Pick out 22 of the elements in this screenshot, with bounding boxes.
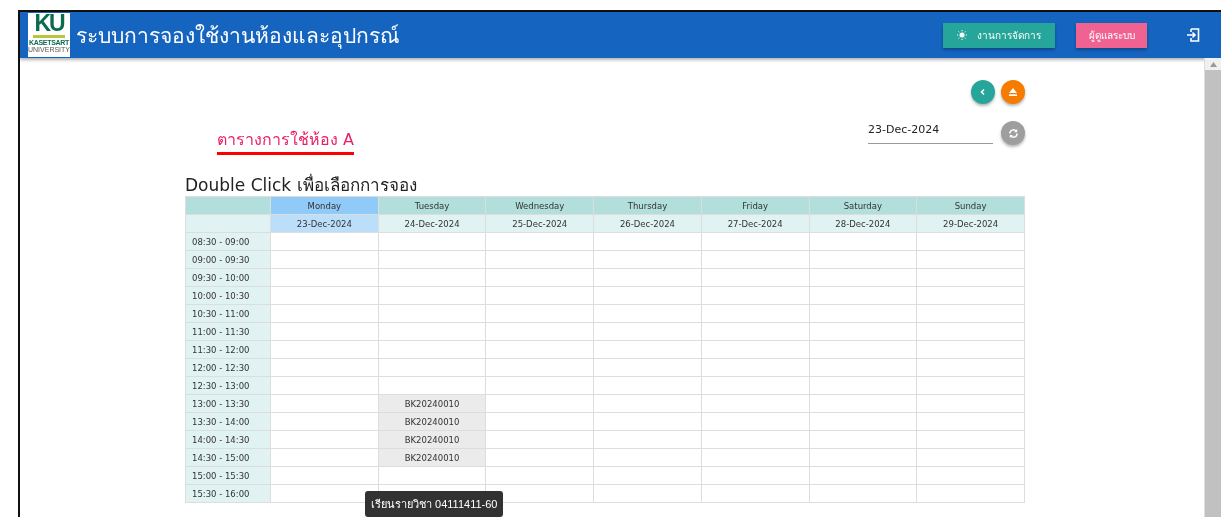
sun-icon bbox=[957, 27, 967, 43]
app-title: ระบบการจองใช้งานห้องและอุปกรณ์ bbox=[76, 22, 400, 51]
eject-icon bbox=[1008, 87, 1018, 97]
logo-mark: KU bbox=[34, 13, 64, 34]
instruction-text: Double Click เพื่อเลือกการจอง bbox=[185, 174, 418, 196]
refresh-button[interactable] bbox=[1001, 121, 1025, 145]
back-button[interactable] bbox=[971, 80, 995, 104]
day-header: Thursday bbox=[593, 196, 702, 215]
day-header: Tuesday bbox=[378, 196, 486, 215]
day-header: Sunday bbox=[916, 196, 1025, 215]
eject-button[interactable] bbox=[1001, 80, 1025, 104]
room-title: ตารางการใช้ห้อง A bbox=[217, 130, 355, 155]
day-header: Friday bbox=[701, 196, 809, 215]
refresh-icon bbox=[1007, 127, 1019, 139]
logout-icon[interactable] bbox=[1185, 27, 1201, 43]
chevron-left-icon bbox=[979, 88, 987, 96]
day-header: Saturday bbox=[809, 196, 917, 215]
scrollbar[interactable] bbox=[1204, 58, 1221, 517]
day-header: Monday bbox=[270, 196, 379, 215]
day-header: Wednesday bbox=[485, 196, 594, 215]
scroll-up-icon[interactable] bbox=[1209, 61, 1217, 67]
tooltip: เรียนรายวิชา 04111411-60 bbox=[365, 491, 504, 517]
